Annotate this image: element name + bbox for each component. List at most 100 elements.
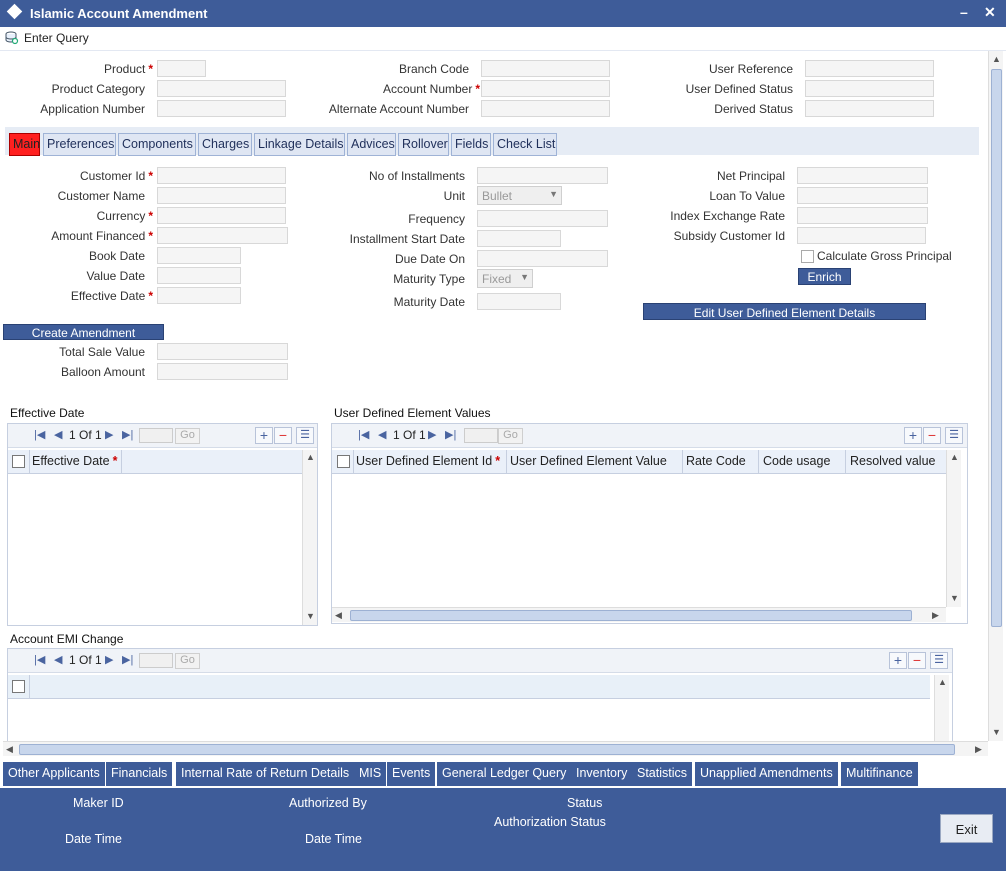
scroll-left-icon[interactable]: ◀ <box>335 610 342 621</box>
last-page-icon[interactable]: ▶| <box>122 428 133 441</box>
effective-date-input[interactable] <box>157 287 241 304</box>
maturity-type-select[interactable]: Fixed ▼ <box>477 269 533 288</box>
select-all-checkbox[interactable] <box>337 455 350 468</box>
due-date-on-input[interactable] <box>477 250 608 267</box>
financials-button[interactable]: Financials <box>106 762 174 786</box>
scroll-thumb[interactable] <box>350 610 912 621</box>
last-page-icon[interactable]: ▶| <box>122 653 133 666</box>
book-date-input[interactable] <box>157 247 241 264</box>
customer-id-input[interactable] <box>157 167 286 184</box>
product-category-input[interactable] <box>157 80 286 97</box>
user-defined-status-input[interactable] <box>805 80 934 97</box>
scroll-right-icon[interactable]: ▶ <box>932 610 939 621</box>
page-number-input[interactable] <box>464 428 498 443</box>
first-page-icon[interactable]: |◀ <box>34 653 45 666</box>
index-exchange-rate-input[interactable] <box>797 207 928 224</box>
close-button[interactable]: ✕ <box>984 4 996 20</box>
next-page-icon[interactable]: ▶ <box>105 428 113 441</box>
calculate-gross-principal-checkbox[interactable] <box>801 250 814 263</box>
scroll-thumb[interactable] <box>19 744 955 755</box>
general-ledger-query-button[interactable]: General Ledger Query <box>437 762 573 786</box>
customer-name-input[interactable] <box>157 187 286 204</box>
single-view-icon[interactable]: ☰ <box>945 427 963 444</box>
installment-start-date-input[interactable] <box>477 230 561 247</box>
delete-row-icon[interactable]: − <box>908 652 926 669</box>
inventory-button[interactable]: Inventory <box>571 762 634 786</box>
product-input[interactable] <box>157 60 206 77</box>
add-row-icon[interactable]: + <box>904 427 922 444</box>
tab-rollover[interactable]: Rollover <box>398 133 449 156</box>
derived-status-input[interactable] <box>805 100 934 117</box>
subsidy-customer-id-input[interactable] <box>797 227 926 244</box>
scroll-down-icon[interactable]: ▼ <box>306 611 315 621</box>
scroll-up-icon[interactable]: ▲ <box>306 452 315 462</box>
next-page-icon[interactable]: ▶ <box>428 428 436 441</box>
scroll-left-icon[interactable]: ◀ <box>6 744 13 755</box>
add-row-icon[interactable]: + <box>255 427 273 444</box>
no-of-installments-input[interactable] <box>477 167 608 184</box>
page-number-input[interactable] <box>139 428 173 443</box>
go-button[interactable]: Go <box>175 653 200 669</box>
main-horizontal-scrollbar[interactable]: ◀ ▶ <box>3 741 988 756</box>
udf-grid-vscrollbar[interactable]: ▲ ▼ <box>946 450 961 607</box>
scroll-down-icon[interactable]: ▼ <box>950 593 959 603</box>
prev-page-icon[interactable]: ◀ <box>54 428 62 441</box>
statistics-button[interactable]: Statistics <box>632 762 694 786</box>
tab-components[interactable]: Components <box>118 133 196 156</box>
enrich-button[interactable]: Enrich <box>798 268 851 285</box>
total-sale-value-input[interactable] <box>157 343 288 360</box>
next-page-icon[interactable]: ▶ <box>105 653 113 666</box>
maturity-date-input[interactable] <box>477 293 561 310</box>
emi-grid-scrollbar[interactable]: ▲ <box>934 675 949 743</box>
scroll-up-icon[interactable]: ▲ <box>950 452 959 462</box>
multifinance-button[interactable]: Multifinance <box>841 762 919 786</box>
add-row-icon[interactable]: + <box>889 652 907 669</box>
tab-fields[interactable]: Fields <box>451 133 491 156</box>
scroll-up-icon[interactable]: ▲ <box>938 677 947 687</box>
other-applicants-button[interactable]: Other Applicants <box>3 762 106 786</box>
net-principal-input[interactable] <box>797 167 928 184</box>
tab-linkage-details[interactable]: Linkage Details <box>254 133 345 156</box>
unit-select[interactable]: Bullet ▼ <box>477 186 562 205</box>
balloon-amount-input[interactable] <box>157 363 288 380</box>
enter-query-label[interactable]: Enter Query <box>24 31 89 45</box>
amount-financed-input[interactable] <box>157 227 288 244</box>
go-button[interactable]: Go <box>498 428 523 444</box>
delete-row-icon[interactable]: − <box>923 427 941 444</box>
tab-charges[interactable]: Charges <box>198 133 252 156</box>
scroll-down-icon[interactable]: ▼ <box>992 727 1001 737</box>
loan-to-value-input[interactable] <box>797 187 928 204</box>
main-vertical-scrollbar[interactable]: ▲ ▼ <box>988 51 1003 741</box>
user-reference-input[interactable] <box>805 60 934 77</box>
events-button[interactable]: Events <box>387 762 437 786</box>
application-number-input[interactable] <box>157 100 286 117</box>
page-number-input[interactable] <box>139 653 173 668</box>
effective-date-grid-scrollbar[interactable]: ▲ ▼ <box>302 450 317 625</box>
single-view-icon[interactable]: ☰ <box>930 652 948 669</box>
edit-udf-details-button[interactable]: Edit User Defined Element Details <box>643 303 926 320</box>
frequency-input[interactable] <box>477 210 608 227</box>
value-date-input[interactable] <box>157 267 241 284</box>
alternate-account-number-input[interactable] <box>481 100 610 117</box>
select-all-checkbox[interactable] <box>12 680 25 693</box>
tab-preferences[interactable]: Preferences <box>43 133 116 156</box>
currency-input[interactable] <box>157 207 286 224</box>
delete-row-icon[interactable]: − <box>274 427 292 444</box>
scroll-right-icon[interactable]: ▶ <box>975 744 982 755</box>
create-amendment-button[interactable]: Create Amendment <box>3 324 164 340</box>
scroll-up-icon[interactable]: ▲ <box>992 54 1001 64</box>
tab-check-list[interactable]: Check List <box>493 133 557 156</box>
single-view-icon[interactable]: ☰ <box>296 427 314 444</box>
scroll-thumb[interactable] <box>991 69 1002 627</box>
branch-code-input[interactable] <box>481 60 610 77</box>
minimize-button[interactable]: – <box>960 4 968 20</box>
account-number-input[interactable] <box>481 80 610 97</box>
last-page-icon[interactable]: ▶| <box>445 428 456 441</box>
tab-advices[interactable]: Advices <box>347 133 396 156</box>
tab-main[interactable]: Main <box>9 133 40 156</box>
unapplied-amendments-button[interactable]: Unapplied Amendments <box>695 762 839 786</box>
mis-button[interactable]: MIS <box>354 762 388 786</box>
exit-button[interactable]: Exit <box>940 814 993 843</box>
go-button[interactable]: Go <box>175 428 200 444</box>
prev-page-icon[interactable]: ◀ <box>54 653 62 666</box>
